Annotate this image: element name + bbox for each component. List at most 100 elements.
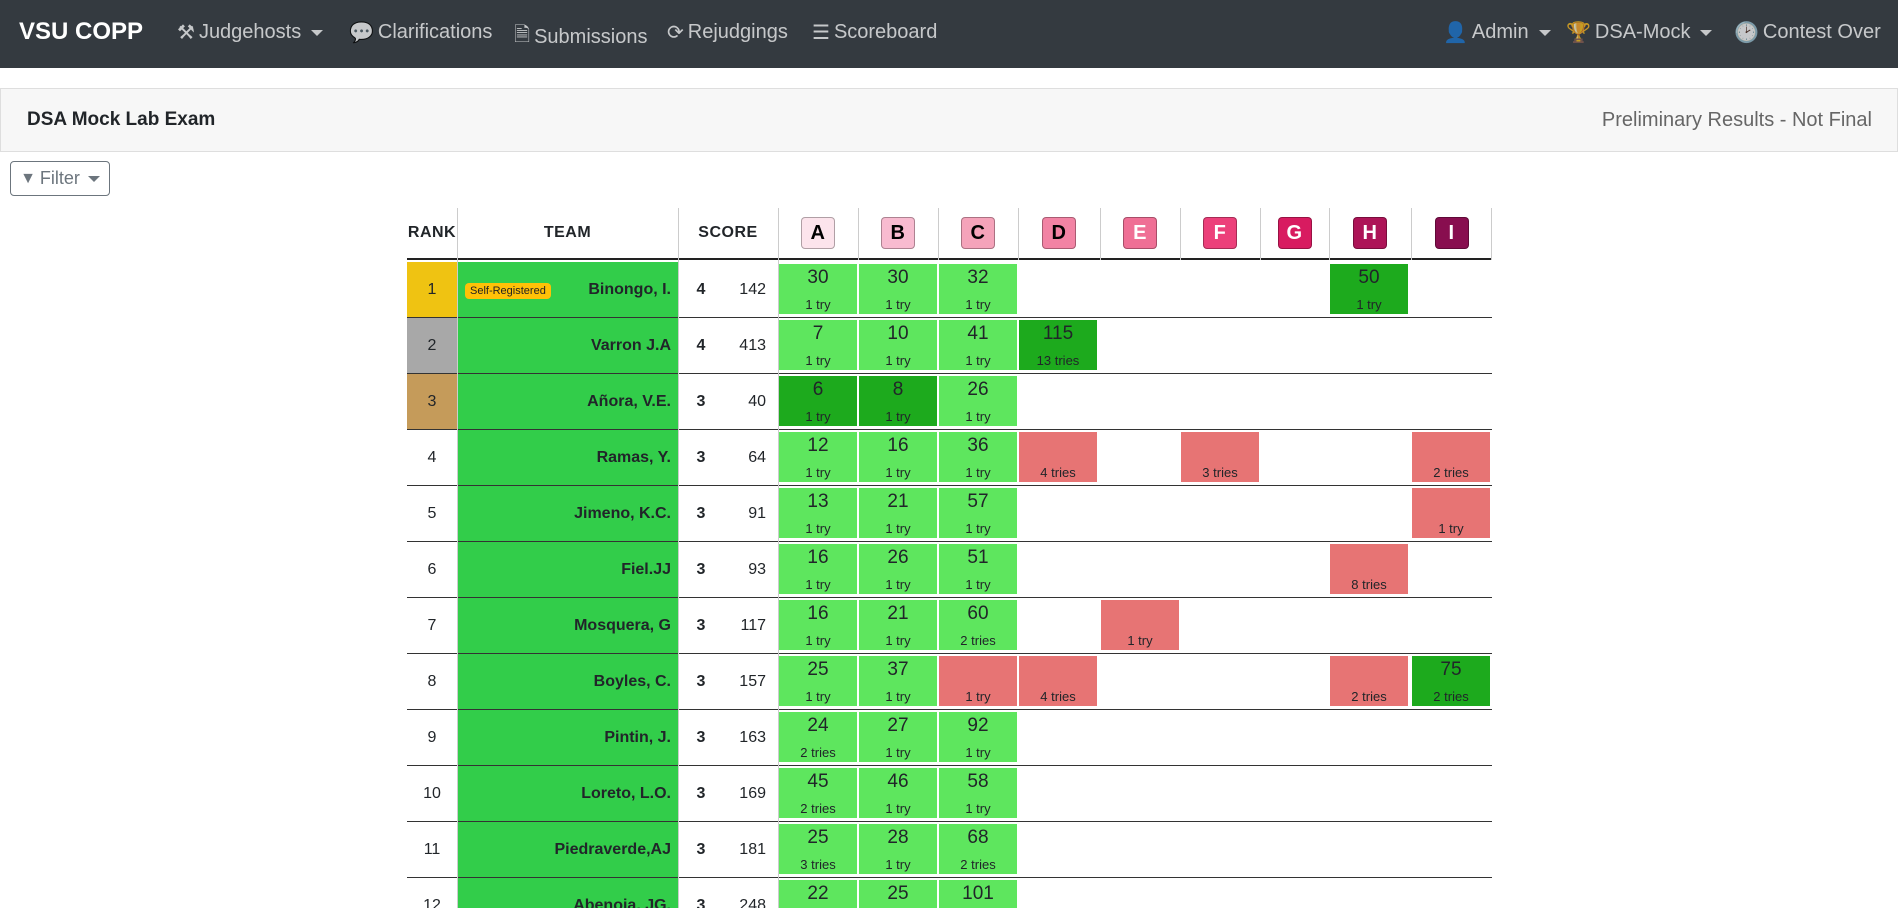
problem-cell-c[interactable]: 57 1 try	[939, 488, 1017, 538]
problem-header-a[interactable]: A	[778, 208, 858, 260]
nav-label: Admin	[1471, 21, 1529, 43]
rank-cell: 5	[427, 504, 437, 522]
team-cell[interactable]: Loreto, L.O.	[457, 766, 678, 821]
problem-cell-b[interactable]: 21 1 try	[859, 600, 937, 650]
problem-cell-b[interactable]: 25	[859, 880, 937, 908]
tries-count: 13 tries	[1036, 353, 1080, 368]
problem-cell-b[interactable]: 27 1 try	[859, 712, 937, 762]
problem-cell-d[interactable]: 4 tries	[1019, 656, 1097, 706]
problem-cell-i[interactable]: 75 2 tries	[1412, 656, 1490, 706]
table-row[interactable]: 1 Self-Registered Binongo, I. 4 142 30 1 try 30…	[407, 262, 1492, 318]
problem-cell-b[interactable]: 37 1 try	[859, 656, 937, 706]
nav-submissions[interactable]: 🗎 Submissions	[514, 20, 647, 54]
nav-admin[interactable]: 👤 Admin	[1443, 20, 1551, 45]
problem-cell-a[interactable]: 7 1 try	[779, 320, 857, 370]
team-cell[interactable]: Abenoja, JG.	[457, 878, 678, 908]
problem-cell-a[interactable]: 25 3 tries	[779, 824, 857, 874]
problem-cell-a[interactable]: 16 1 try	[779, 544, 857, 594]
table-row[interactable]: 3 Añora, V.E. 3 40 6 1 try 8 1 try 26 1 try	[407, 374, 1492, 430]
problem-cell-a[interactable]: 24 2 tries	[779, 712, 857, 762]
problem-cell-i[interactable]: 1 try	[1412, 488, 1490, 538]
table-row[interactable]: 11 Piedraverde,AJ 3 181 25 3 tries 28 1 try 68 2 …	[407, 822, 1492, 878]
brand-logo[interactable]: VSU COPP	[19, 18, 143, 46]
solve-time: 16	[807, 547, 829, 568]
problem-cell-b[interactable]: 8 1 try	[859, 376, 937, 426]
problem-cell-c[interactable]: 1 try	[939, 656, 1017, 706]
nav-contest-over[interactable]: 🕑 Contest Over	[1734, 20, 1881, 45]
team-cell[interactable]: Varron J.A	[457, 318, 678, 373]
nav-rejudgings[interactable]: ⟳ Rejudgings	[667, 20, 788, 45]
nav-dsa-mock[interactable]: 🏆 DSA-Mock	[1566, 20, 1713, 45]
problem-header-e[interactable]: E	[1100, 208, 1180, 260]
problem-cell-c[interactable]: 41 1 try	[939, 320, 1017, 370]
problem-cell-a[interactable]: 6 1 try	[779, 376, 857, 426]
problem-cell-b[interactable]: 10 1 try	[859, 320, 937, 370]
problem-cell-a[interactable]: 45 2 tries	[779, 768, 857, 818]
problem-cell-c[interactable]: 101	[939, 880, 1017, 908]
filter-button[interactable]: ▼ Filter	[10, 161, 110, 196]
problem-cell-b[interactable]: 28 1 try	[859, 824, 937, 874]
problem-cell-f[interactable]: 3 tries	[1181, 432, 1259, 482]
problem-header-g[interactable]: G	[1260, 208, 1329, 260]
team-cell[interactable]: Self-Registered Binongo, I.	[457, 262, 678, 317]
problem-cell-h[interactable]: 50 1 try	[1330, 264, 1408, 314]
problem-cell-c[interactable]: 92 1 try	[939, 712, 1017, 762]
tries-count: 1 try	[1127, 633, 1153, 648]
table-row[interactable]: 8 Boyles, C. 3 157 25 1 try 37 1 try 1 try 4 tr…	[407, 654, 1492, 710]
problem-cell-b[interactable]: 21 1 try	[859, 488, 937, 538]
problem-cell-a[interactable]: 25 1 try	[779, 656, 857, 706]
problem-cell-h[interactable]: 2 tries	[1330, 656, 1408, 706]
column-divider	[1018, 208, 1019, 260]
problem-cell-a[interactable]: 12 1 try	[779, 432, 857, 482]
problem-cell-b[interactable]: 46 1 try	[859, 768, 937, 818]
table-row[interactable]: 10 Loreto, L.O. 3 169 45 2 tries 46 1 try 58 1 tr…	[407, 766, 1492, 822]
nav-clarifications[interactable]: 💬 Clarifications	[349, 20, 492, 45]
nav-judgehosts[interactable]: ⚒ Judgehosts	[177, 20, 324, 45]
problem-cell-b[interactable]: 26 1 try	[859, 544, 937, 594]
problem-cell-a[interactable]: 13 1 try	[779, 488, 857, 538]
problem-cell-b[interactable]: 16 1 try	[859, 432, 937, 482]
problem-cell-d[interactable]: 115 13 tries	[1019, 320, 1097, 370]
tries-count: 2 tries	[960, 633, 996, 648]
team-cell[interactable]: Boyles, C.	[457, 654, 678, 709]
nav-scoreboard[interactable]: ☰ Scoreboard	[812, 20, 937, 45]
problem-cell-c[interactable]: 32 1 try	[939, 264, 1017, 314]
table-row[interactable]: 2 Varron J.A 4 413 7 1 try 10 1 try 41 1 try 115 13…	[407, 318, 1492, 374]
problem-cell-c[interactable]: 68 2 tries	[939, 824, 1017, 874]
problem-badge: I	[1434, 217, 1469, 249]
problem-header-i[interactable]: I	[1411, 208, 1492, 260]
problem-cell-a[interactable]: 16 1 try	[779, 600, 857, 650]
problem-cell-c[interactable]: 26 1 try	[939, 376, 1017, 426]
problem-cell-h[interactable]: 8 tries	[1330, 544, 1408, 594]
table-row[interactable]: 5 Jimeno, K.C. 3 91 13 1 try 21 1 try 57 1 try 1 …	[407, 486, 1492, 542]
team-cell[interactable]: Mosquera, G	[457, 598, 678, 653]
problem-cell-c[interactable]: 60 2 tries	[939, 600, 1017, 650]
problem-header-f[interactable]: F	[1180, 208, 1260, 260]
table-row[interactable]: 9 Pintin, J. 3 163 24 2 tries 27 1 try 92 1 try	[407, 710, 1492, 766]
problem-cell-c[interactable]: 58 1 try	[939, 768, 1017, 818]
table-row[interactable]: 4 Ramas, Y. 3 64 12 1 try 16 1 try 36 1 try 4 tri…	[407, 430, 1492, 486]
team-cell[interactable]: Fiel.JJ	[457, 542, 678, 597]
table-row[interactable]: 12 Abenoja, JG. 3 248 22 25 101	[407, 878, 1492, 908]
problem-header-c[interactable]: C	[938, 208, 1018, 260]
team-cell[interactable]: Jimeno, K.C.	[457, 486, 678, 541]
problem-cell-e[interactable]: 1 try	[1101, 600, 1179, 650]
table-row[interactable]: 6 Fiel.JJ 3 93 16 1 try 26 1 try 51 1 try 8 tries	[407, 542, 1492, 598]
problem-header-d[interactable]: D	[1018, 208, 1100, 260]
table-row[interactable]: 7 Mosquera, G 3 117 16 1 try 21 1 try 60 2 tries …	[407, 598, 1492, 654]
team-cell[interactable]: Añora, V.E.	[457, 374, 678, 429]
team-cell[interactable]: Piedraverde,AJ	[457, 822, 678, 877]
problem-cell-c[interactable]: 36 1 try	[939, 432, 1017, 482]
problem-cell-a[interactable]: 30 1 try	[779, 264, 857, 314]
team-cell[interactable]: Pintin, J.	[457, 710, 678, 765]
problem-cell-c[interactable]: 51 1 try	[939, 544, 1017, 594]
problem-cell-b[interactable]: 30 1 try	[859, 264, 937, 314]
category-badge: Self-Registered	[465, 283, 551, 299]
problem-header-h[interactable]: H	[1329, 208, 1411, 260]
problem-cell-d[interactable]: 4 tries	[1019, 432, 1097, 482]
problem-header-b[interactable]: B	[858, 208, 938, 260]
team-cell[interactable]: Ramas, Y.	[457, 430, 678, 485]
solved-count: 4	[696, 280, 706, 298]
problem-cell-a[interactable]: 22	[779, 880, 857, 908]
problem-cell-i[interactable]: 2 tries	[1412, 432, 1490, 482]
